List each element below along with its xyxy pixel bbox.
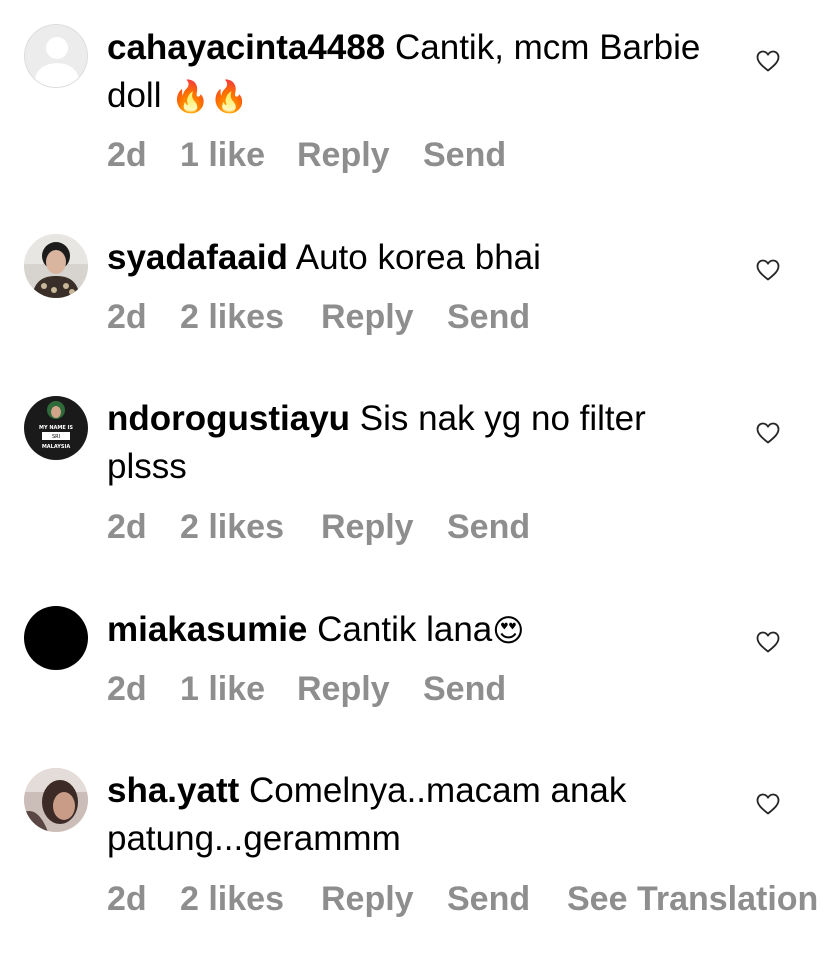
heart-outline-icon[interactable] [756, 422, 780, 444]
send-button[interactable]: Send [447, 297, 530, 337]
comment-timestamp: 2d [107, 136, 147, 174]
send-button[interactable]: Send [423, 669, 506, 709]
comment-username[interactable]: ndorogustiayu [107, 399, 350, 438]
comment-body: Cantik lana [317, 610, 493, 649]
reply-button[interactable]: Reply [297, 135, 390, 175]
send-button[interactable]: Send [447, 507, 530, 547]
likes-count[interactable]: 2 likes [180, 879, 284, 919]
likes-count[interactable]: 2 likes [180, 297, 284, 337]
avatar[interactable] [24, 234, 88, 298]
comment-timestamp: 2d [107, 508, 147, 546]
reply-button[interactable]: Reply [297, 669, 390, 709]
avatar-photo [24, 768, 88, 832]
avatar-caption: MALAYSIA [42, 444, 71, 450]
comment-text-block: ndorogustiayu Sis nak yg no filter plsss [107, 395, 727, 491]
comment-text-block: sha.yatt Comelnya..macam anak patung...g… [107, 767, 727, 863]
default-user-icon-body [35, 63, 79, 87]
comment-timestamp: 2d [107, 670, 147, 708]
comment-timestamp: 2d [107, 880, 147, 918]
reply-button[interactable]: Reply [321, 507, 414, 547]
heart-outline-icon[interactable] [756, 631, 780, 653]
avatar[interactable]: MY NAME IS SRI MALAYSIA [24, 396, 88, 460]
likes-count[interactable]: 2 likes [180, 507, 284, 547]
avatar[interactable] [24, 606, 88, 670]
heart-outline-icon[interactable] [756, 50, 780, 72]
see-translation-button[interactable]: See Translation [567, 879, 818, 919]
comment-username[interactable]: miakasumie [107, 610, 307, 649]
heart-outline-icon[interactable] [756, 259, 780, 281]
avatar[interactable] [24, 768, 88, 832]
comment-timestamp: 2d [107, 298, 147, 336]
default-avatar[interactable] [24, 24, 88, 88]
comment-username[interactable]: sha.yatt [107, 771, 239, 810]
default-user-icon [46, 37, 68, 59]
avatar-caption: SRI [52, 434, 60, 440]
avatar-caption: MY NAME IS [39, 425, 73, 431]
avatar-photo: MY NAME IS SRI MALAYSIA [24, 396, 88, 460]
fire-emoji: 🔥🔥 [171, 79, 249, 114]
comment-body: Auto korea bhai [295, 238, 541, 277]
heart-outline-icon[interactable] [756, 793, 780, 815]
send-button[interactable]: Send [423, 135, 506, 175]
send-button[interactable]: Send [447, 879, 530, 919]
reply-button[interactable]: Reply [321, 879, 414, 919]
comment-text-block: syadafaaid Auto korea bhai [107, 234, 727, 282]
heart-eyes-emoji: 😍 [492, 613, 525, 648]
comment-username[interactable]: syadafaaid [107, 238, 288, 277]
comment-text-block: cahayacinta4488 Cantik, mcm Barbie doll … [107, 24, 727, 121]
likes-count[interactable]: 1 like [180, 135, 265, 175]
likes-count[interactable]: 1 like [180, 669, 265, 709]
comment-text-block: miakasumie Cantik lana😍 [107, 606, 727, 655]
avatar-photo [24, 234, 88, 298]
reply-button[interactable]: Reply [321, 297, 414, 337]
comment-username[interactable]: cahayacinta4488 [107, 28, 385, 67]
